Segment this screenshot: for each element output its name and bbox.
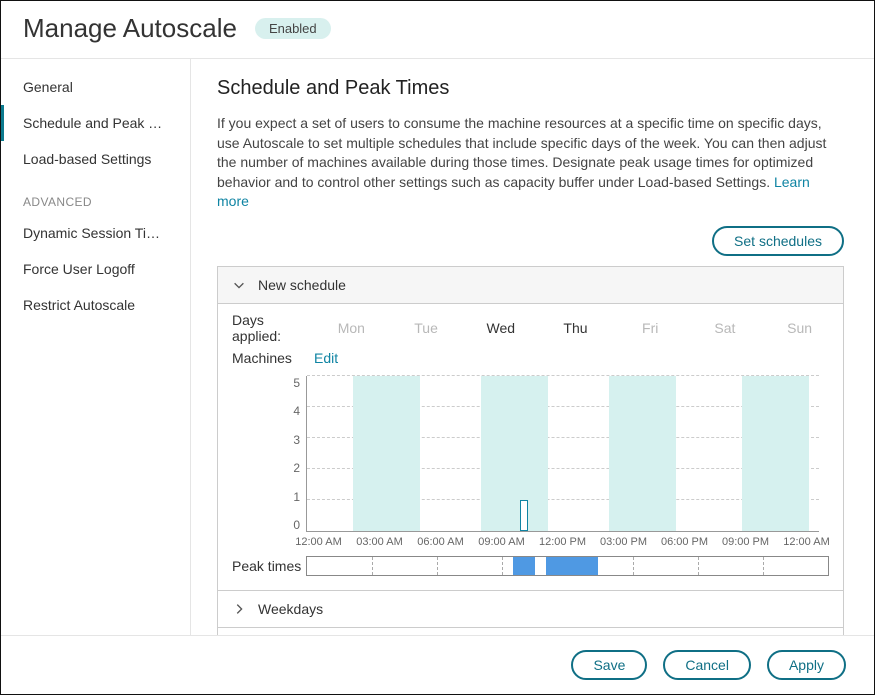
apply-button[interactable]: Apply bbox=[767, 650, 846, 680]
set-schedules-button[interactable]: Set schedules bbox=[712, 226, 844, 256]
y-tick: 3 bbox=[276, 433, 300, 447]
chevron-down-icon bbox=[232, 278, 246, 292]
day-sun[interactable]: Sun bbox=[762, 320, 837, 336]
edit-machines-link[interactable]: Edit bbox=[314, 350, 338, 366]
main-content: Schedule and Peak Times If you expect a … bbox=[191, 59, 874, 635]
y-tick: 2 bbox=[276, 461, 300, 475]
sidebar-item-dynamic-session[interactable]: Dynamic Session Tim... bbox=[1, 215, 190, 251]
sidebar-item-load[interactable]: Load-based Settings bbox=[1, 141, 190, 177]
x-tick: 06:00 AM bbox=[410, 536, 471, 550]
x-tick: 12:00 PM bbox=[532, 536, 593, 550]
machines-chart: 543210 12:00 AM03:00 AM06:00 AM09:00 AM1… bbox=[218, 372, 843, 550]
peak-segment[interactable] bbox=[513, 557, 535, 575]
peak-times-track[interactable] bbox=[306, 556, 829, 576]
x-tick: 03:00 AM bbox=[349, 536, 410, 550]
footer-toolbar: Save Cancel Apply bbox=[1, 635, 874, 694]
day-thu[interactable]: Thu bbox=[538, 320, 613, 336]
days-list: MonTueWedThuFriSatSun bbox=[314, 320, 837, 336]
panel-title: New schedule bbox=[258, 277, 346, 293]
x-tick: 09:00 AM bbox=[471, 536, 532, 550]
x-tick: 06:00 PM bbox=[654, 536, 715, 550]
machines-label: Machines bbox=[224, 350, 314, 366]
x-tick: 12:00 AM bbox=[288, 536, 349, 550]
sidebar: General Schedule and Peak Ti... Load-bas… bbox=[1, 59, 191, 635]
sidebar-item-force-logoff[interactable]: Force User Logoff bbox=[1, 251, 190, 287]
cancel-button[interactable]: Cancel bbox=[663, 650, 751, 680]
status-badge: Enabled bbox=[255, 18, 331, 39]
accordion-weekend[interactable]: Weekend bbox=[217, 628, 844, 635]
sidebar-item-schedule[interactable]: Schedule and Peak Ti... bbox=[1, 105, 190, 141]
save-button[interactable]: Save bbox=[571, 650, 647, 680]
schedule-panel: New schedule Days applied: MonTueWedThuF… bbox=[217, 266, 844, 591]
section-description: If you expect a set of users to consume … bbox=[217, 114, 844, 212]
x-tick: 09:00 PM bbox=[715, 536, 776, 550]
accordion-weekdays[interactable]: Weekdays bbox=[217, 591, 844, 628]
y-tick: 0 bbox=[276, 518, 300, 532]
panel-header-new-schedule[interactable]: New schedule bbox=[218, 267, 843, 304]
page-title: Manage Autoscale bbox=[23, 13, 237, 44]
days-applied-label: Days applied: bbox=[224, 312, 314, 344]
sidebar-item-restrict-autoscale[interactable]: Restrict Autoscale bbox=[1, 287, 190, 323]
y-tick: 4 bbox=[276, 404, 300, 418]
peak-times-label: Peak times bbox=[232, 558, 306, 574]
day-sat[interactable]: Sat bbox=[688, 320, 763, 336]
y-tick: 1 bbox=[276, 490, 300, 504]
window-header: Manage Autoscale Enabled bbox=[1, 1, 874, 59]
x-tick: 12:00 AM bbox=[776, 536, 837, 550]
y-tick: 5 bbox=[276, 376, 300, 390]
chart-bar bbox=[520, 500, 528, 531]
sidebar-item-general[interactable]: General bbox=[1, 69, 190, 105]
section-heading: Schedule and Peak Times bbox=[217, 77, 844, 100]
day-wed[interactable]: Wed bbox=[463, 320, 538, 336]
day-mon[interactable]: Mon bbox=[314, 320, 389, 336]
sidebar-heading-advanced: ADVANCED bbox=[1, 177, 190, 215]
day-fri[interactable]: Fri bbox=[613, 320, 688, 336]
accordion-label: Weekdays bbox=[258, 601, 323, 617]
day-tue[interactable]: Tue bbox=[389, 320, 464, 336]
chevron-right-icon bbox=[232, 602, 246, 616]
x-tick: 03:00 PM bbox=[593, 536, 654, 550]
peak-segment[interactable] bbox=[546, 557, 598, 575]
